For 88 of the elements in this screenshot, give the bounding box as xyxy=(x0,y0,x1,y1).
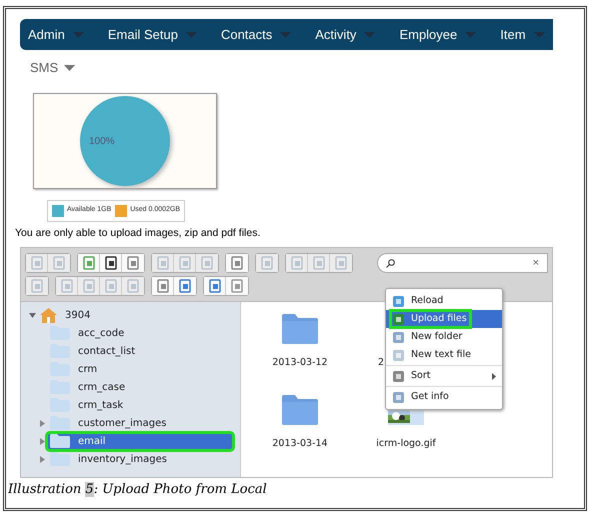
tree-item-label: inventory_images xyxy=(78,452,167,467)
nav-menu[interactable]: Contacts xyxy=(220,24,292,44)
menu-icon xyxy=(392,390,405,404)
expand-arrow-icon[interactable] xyxy=(40,456,44,463)
menu-item[interactable]: New text file xyxy=(386,346,502,364)
figure-caption: Illustration 5: Upload Photo from Local xyxy=(8,481,267,500)
menu-item[interactable]: Upload files xyxy=(386,310,502,328)
nav-menu[interactable]: SMS xyxy=(30,58,76,78)
file-label[interactable]: 2013-03-14 xyxy=(272,437,328,452)
tree-item-label: crm_task xyxy=(78,398,124,413)
nav-menu[interactable]: Item xyxy=(500,24,545,44)
toolbar-icon xyxy=(82,279,96,294)
toolbar-icon xyxy=(230,256,244,270)
clear-button[interactable]: × xyxy=(532,258,539,269)
toolbar-icon xyxy=(126,279,140,294)
toolbar-icon xyxy=(156,256,170,270)
menu-item[interactable]: Get info xyxy=(386,388,502,406)
caret-icon xyxy=(534,32,545,38)
nav-menu[interactable]: Activity xyxy=(315,24,376,44)
folder-icon xyxy=(282,395,318,426)
folder-icon xyxy=(50,416,70,430)
nav-menu[interactable]: Admin xyxy=(28,24,84,44)
menu-item[interactable]: New folder xyxy=(386,328,502,346)
toolbar-icon xyxy=(200,256,214,270)
folder-icon xyxy=(50,452,70,466)
tree-item-label: acc_code xyxy=(78,326,124,341)
tree-item[interactable]: customer_images xyxy=(47,414,170,432)
tree-item-label: email xyxy=(78,434,106,449)
submenu-arrow-icon xyxy=(492,372,496,380)
expand-arrow-icon[interactable] xyxy=(28,312,36,318)
caret-icon xyxy=(72,32,84,38)
file-label[interactable]: 2 xyxy=(378,356,384,370)
nav-menu[interactable]: Employee xyxy=(399,24,476,44)
menu-icon xyxy=(392,312,405,326)
tree-item[interactable]: email xyxy=(47,432,233,450)
caret-icon xyxy=(186,32,197,38)
tree-item-label: customer_images xyxy=(78,416,166,431)
nav-menu[interactable]: Email Setup xyxy=(108,24,197,44)
toolbar-icon xyxy=(156,279,170,294)
tree-item[interactable]: crm_task xyxy=(47,396,128,414)
toolbar-icon xyxy=(30,256,44,270)
notice-text: You are only able to upload images, zip and pdf files. xyxy=(15,226,262,240)
caret-icon xyxy=(280,32,292,38)
search-icon xyxy=(386,258,395,268)
tree-item[interactable]: acc_code xyxy=(47,324,128,342)
toolbar-icon xyxy=(178,256,192,270)
toolbar-icon xyxy=(312,256,326,270)
tree-item[interactable]: inventory_images xyxy=(47,450,171,468)
toolbar-icon xyxy=(260,256,274,270)
toolbar-icon xyxy=(82,256,96,270)
expand-arrow-icon[interactable] xyxy=(40,420,44,427)
menu-icon xyxy=(392,370,405,383)
toolbar-icon xyxy=(208,279,222,294)
expand-arrow-icon[interactable] xyxy=(40,438,44,445)
folder-icon xyxy=(50,434,70,448)
menu-icon xyxy=(392,348,405,362)
tree-item[interactable]: 3904 xyxy=(37,306,94,324)
menu-item[interactable]: Reload xyxy=(386,292,502,310)
tree-item[interactable]: contact_list xyxy=(47,342,140,360)
toolbar-button[interactable] xyxy=(100,254,122,272)
toolbar-icon xyxy=(126,256,140,270)
toolbar-icon xyxy=(104,256,118,270)
tree-item[interactable]: crm xyxy=(47,360,102,378)
toolbar-icon xyxy=(60,279,74,294)
caret-icon xyxy=(64,64,76,71)
file-label[interactable]: icrm-logo.gif xyxy=(376,437,436,452)
home-icon xyxy=(40,308,57,323)
caret-icon xyxy=(465,32,476,38)
folder-icon xyxy=(282,314,318,344)
toolbar-icon xyxy=(52,256,66,270)
tree-item[interactable]: crm_case xyxy=(47,378,130,396)
slice-label: 100% xyxy=(89,134,115,148)
toolbar-icon xyxy=(104,279,118,294)
menu-item[interactable]: Sort xyxy=(386,367,502,386)
tree-item-label: crm_case xyxy=(78,380,126,395)
tree-item-label: 3904 xyxy=(65,308,90,323)
toolbar-icon xyxy=(290,256,304,270)
tree-item-label: crm xyxy=(78,362,98,377)
caret-icon xyxy=(364,32,376,38)
menu-icon xyxy=(392,330,405,344)
toolbar-icon xyxy=(178,279,192,294)
toolbar-icon xyxy=(30,279,44,294)
toolbar-icon xyxy=(334,256,348,270)
file-label[interactable]: 2013-03-12 xyxy=(272,356,328,370)
toolbar-icon xyxy=(230,279,244,294)
tree-item-label: contact_list xyxy=(78,344,136,359)
menu-icon xyxy=(392,294,405,308)
search-field[interactable]: × xyxy=(377,253,548,274)
